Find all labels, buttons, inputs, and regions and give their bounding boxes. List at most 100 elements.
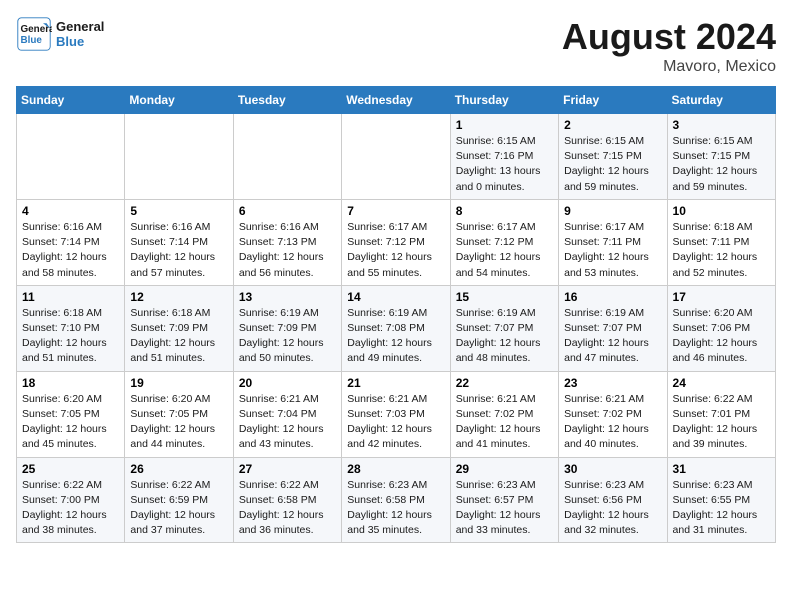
day-number: 21 bbox=[347, 376, 444, 390]
day-number: 24 bbox=[673, 376, 770, 390]
week-row-4: 18 Sunrise: 6:20 AM Sunset: 7:05 PM Dayli… bbox=[17, 371, 776, 457]
calendar-cell: 13 Sunrise: 6:19 AM Sunset: 7:09 PM Dayli… bbox=[233, 285, 341, 371]
page-title: August 2024 bbox=[562, 16, 776, 58]
day-info: Sunrise: 6:16 AM Sunset: 7:14 PM Dayligh… bbox=[130, 220, 227, 281]
header-saturday: Saturday bbox=[667, 87, 775, 114]
day-info: Sunrise: 6:15 AM Sunset: 7:15 PM Dayligh… bbox=[673, 134, 770, 195]
day-number: 26 bbox=[130, 462, 227, 476]
header-monday: Monday bbox=[125, 87, 233, 114]
calendar-cell: 18 Sunrise: 6:20 AM Sunset: 7:05 PM Dayli… bbox=[17, 371, 125, 457]
day-info: Sunrise: 6:23 AM Sunset: 6:56 PM Dayligh… bbox=[564, 478, 661, 539]
day-number: 18 bbox=[22, 376, 119, 390]
day-info: Sunrise: 6:23 AM Sunset: 6:58 PM Dayligh… bbox=[347, 478, 444, 539]
calendar-cell: 26 Sunrise: 6:22 AM Sunset: 6:59 PM Dayli… bbox=[125, 457, 233, 543]
calendar-cell: 12 Sunrise: 6:18 AM Sunset: 7:09 PM Dayli… bbox=[125, 285, 233, 371]
day-number: 19 bbox=[130, 376, 227, 390]
calendar-cell: 16Sunrise: 6:19 AM Sunset: 7:07 PM Dayli… bbox=[559, 285, 667, 371]
day-number: 27 bbox=[239, 462, 336, 476]
header-friday: Friday bbox=[559, 87, 667, 114]
calendar-cell: 10 Sunrise: 6:18 AM Sunset: 7:11 PM Dayli… bbox=[667, 199, 775, 285]
day-info: Sunrise: 6:19 AM Sunset: 7:09 PM Dayligh… bbox=[239, 306, 336, 367]
calendar-cell: 2Sunrise: 6:15 AM Sunset: 7:15 PM Daylig… bbox=[559, 114, 667, 200]
day-number: 12 bbox=[130, 290, 227, 304]
calendar-cell: 29 Sunrise: 6:23 AM Sunset: 6:57 PM Dayli… bbox=[450, 457, 558, 543]
day-number: 28 bbox=[347, 462, 444, 476]
day-number: 17 bbox=[673, 290, 770, 304]
day-number: 30 bbox=[564, 462, 661, 476]
day-info: Sunrise: 6:20 AM Sunset: 7:05 PM Dayligh… bbox=[130, 392, 227, 453]
calendar-cell: 19 Sunrise: 6:20 AM Sunset: 7:05 PM Dayli… bbox=[125, 371, 233, 457]
calendar-cell: 7 Sunrise: 6:17 AM Sunset: 7:12 PM Daylig… bbox=[342, 199, 450, 285]
day-info: Sunrise: 6:21 AM Sunset: 7:02 PM Dayligh… bbox=[564, 392, 661, 453]
logo: General Blue General Blue bbox=[16, 16, 104, 52]
day-info: Sunrise: 6:19 AM Sunset: 7:07 PM Dayligh… bbox=[564, 306, 661, 367]
day-info: Sunrise: 6:18 AM Sunset: 7:09 PM Dayligh… bbox=[130, 306, 227, 367]
day-info: Sunrise: 6:21 AM Sunset: 7:04 PM Dayligh… bbox=[239, 392, 336, 453]
week-row-1: 1 Sunrise: 6:15 AM Sunset: 7:16 PM Daylig… bbox=[17, 114, 776, 200]
day-number: 7 bbox=[347, 204, 444, 218]
day-number: 29 bbox=[456, 462, 553, 476]
day-number: 6 bbox=[239, 204, 336, 218]
day-number: 31 bbox=[673, 462, 770, 476]
day-info: Sunrise: 6:23 AM Sunset: 6:55 PM Dayligh… bbox=[673, 478, 770, 539]
calendar-cell: 31 Sunrise: 6:23 AM Sunset: 6:55 PM Dayli… bbox=[667, 457, 775, 543]
day-info: Sunrise: 6:22 AM Sunset: 7:01 PM Dayligh… bbox=[673, 392, 770, 453]
page-subtitle: Mavoro, Mexico bbox=[562, 58, 776, 76]
calendar-cell: 25Sunrise: 6:22 AM Sunset: 7:00 PM Dayli… bbox=[17, 457, 125, 543]
day-info: Sunrise: 6:22 AM Sunset: 6:58 PM Dayligh… bbox=[239, 478, 336, 539]
day-info: Sunrise: 6:16 AM Sunset: 7:14 PM Dayligh… bbox=[22, 220, 119, 281]
day-info: Sunrise: 6:22 AM Sunset: 6:59 PM Dayligh… bbox=[130, 478, 227, 539]
day-info: Sunrise: 6:18 AM Sunset: 7:11 PM Dayligh… bbox=[673, 220, 770, 281]
day-info: Sunrise: 6:17 AM Sunset: 7:12 PM Dayligh… bbox=[347, 220, 444, 281]
day-number: 13 bbox=[239, 290, 336, 304]
day-number: 8 bbox=[456, 204, 553, 218]
calendar-cell: 4 Sunrise: 6:16 AM Sunset: 7:14 PM Daylig… bbox=[17, 199, 125, 285]
logo-line1: General bbox=[56, 19, 104, 34]
header-thursday: Thursday bbox=[450, 87, 558, 114]
calendar-cell: 30 Sunrise: 6:23 AM Sunset: 6:56 PM Dayli… bbox=[559, 457, 667, 543]
day-number: 11 bbox=[22, 290, 119, 304]
day-info: Sunrise: 6:15 AM Sunset: 7:16 PM Dayligh… bbox=[456, 134, 553, 195]
day-number: 3 bbox=[673, 118, 770, 132]
week-row-2: 4 Sunrise: 6:16 AM Sunset: 7:14 PM Daylig… bbox=[17, 199, 776, 285]
calendar-cell: 22 Sunrise: 6:21 AM Sunset: 7:02 PM Dayli… bbox=[450, 371, 558, 457]
calendar-cell: 27 Sunrise: 6:22 AM Sunset: 6:58 PM Dayli… bbox=[233, 457, 341, 543]
day-info: Sunrise: 6:23 AM Sunset: 6:57 PM Dayligh… bbox=[456, 478, 553, 539]
day-number: 10 bbox=[673, 204, 770, 218]
calendar-cell: 20 Sunrise: 6:21 AM Sunset: 7:04 PM Dayli… bbox=[233, 371, 341, 457]
day-info: Sunrise: 6:20 AM Sunset: 7:06 PM Dayligh… bbox=[673, 306, 770, 367]
day-number: 5 bbox=[130, 204, 227, 218]
day-info: Sunrise: 6:21 AM Sunset: 7:03 PM Dayligh… bbox=[347, 392, 444, 453]
day-info: Sunrise: 6:18 AM Sunset: 7:10 PM Dayligh… bbox=[22, 306, 119, 367]
day-number: 14 bbox=[347, 290, 444, 304]
day-number: 25 bbox=[22, 462, 119, 476]
day-number: 2 bbox=[564, 118, 661, 132]
logo-line2: Blue bbox=[56, 34, 104, 49]
day-number: 4 bbox=[22, 204, 119, 218]
calendar-cell bbox=[342, 114, 450, 200]
calendar-cell bbox=[17, 114, 125, 200]
day-number: 22 bbox=[456, 376, 553, 390]
day-number: 15 bbox=[456, 290, 553, 304]
calendar-cell: 3 Sunrise: 6:15 AM Sunset: 7:15 PM Daylig… bbox=[667, 114, 775, 200]
calendar-cell: 15 Sunrise: 6:19 AM Sunset: 7:07 PM Dayli… bbox=[450, 285, 558, 371]
calendar-table: SundayMondayTuesdayWednesdayThursdayFrid… bbox=[16, 86, 776, 543]
calendar-cell: 6 Sunrise: 6:16 AM Sunset: 7:13 PM Daylig… bbox=[233, 199, 341, 285]
calendar-cell: 14 Sunrise: 6:19 AM Sunset: 7:08 PM Dayli… bbox=[342, 285, 450, 371]
calendar-cell bbox=[233, 114, 341, 200]
calendar-cell: 1 Sunrise: 6:15 AM Sunset: 7:16 PM Daylig… bbox=[450, 114, 558, 200]
day-info: Sunrise: 6:16 AM Sunset: 7:13 PM Dayligh… bbox=[239, 220, 336, 281]
calendar-cell: 9Sunrise: 6:17 AM Sunset: 7:11 PM Daylig… bbox=[559, 199, 667, 285]
calendar-cell: 8Sunrise: 6:17 AM Sunset: 7:12 PM Daylig… bbox=[450, 199, 558, 285]
calendar-cell: 21 Sunrise: 6:21 AM Sunset: 7:03 PM Dayli… bbox=[342, 371, 450, 457]
calendar-cell: 23 Sunrise: 6:21 AM Sunset: 7:02 PM Dayli… bbox=[559, 371, 667, 457]
day-number: 23 bbox=[564, 376, 661, 390]
day-number: 1 bbox=[456, 118, 553, 132]
day-info: Sunrise: 6:19 AM Sunset: 7:08 PM Dayligh… bbox=[347, 306, 444, 367]
calendar-cell bbox=[125, 114, 233, 200]
calendar-cell: 5 Sunrise: 6:16 AM Sunset: 7:14 PM Daylig… bbox=[125, 199, 233, 285]
day-info: Sunrise: 6:21 AM Sunset: 7:02 PM Dayligh… bbox=[456, 392, 553, 453]
day-info: Sunrise: 6:19 AM Sunset: 7:07 PM Dayligh… bbox=[456, 306, 553, 367]
day-info: Sunrise: 6:20 AM Sunset: 7:05 PM Dayligh… bbox=[22, 392, 119, 453]
day-number: 20 bbox=[239, 376, 336, 390]
